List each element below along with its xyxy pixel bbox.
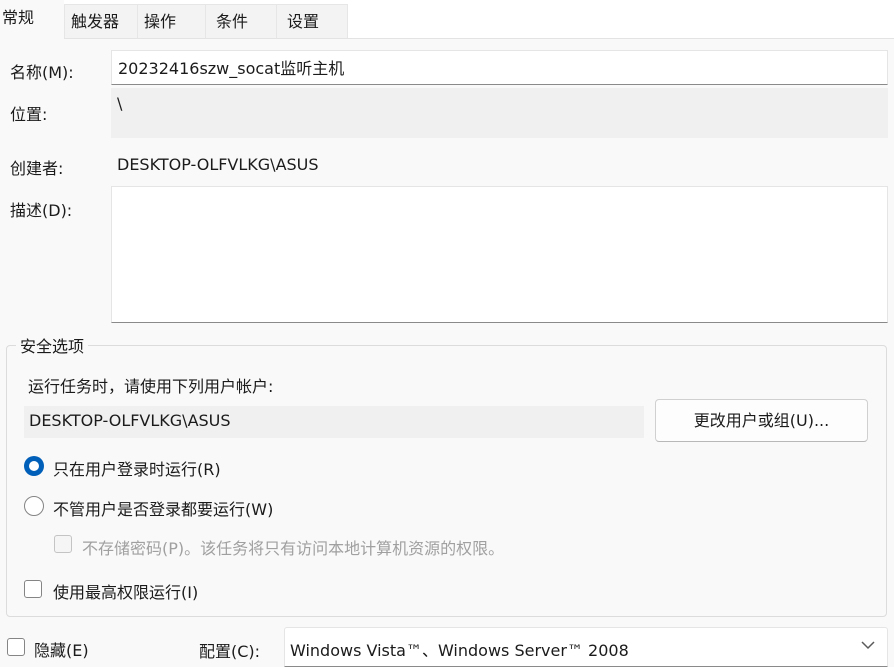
description-label: 描述(D):	[10, 201, 73, 220]
author-label: 创建者:	[10, 159, 64, 178]
name-label: 名称(M):	[10, 63, 74, 82]
name-input[interactable]: 20232416szw_socat监听主机	[111, 50, 888, 85]
checkbox-no-store-password-label: 不存储密码(P)。该任务将只有访问本地计算机资源的权限。	[82, 539, 505, 558]
radio-run-whether-logged-on-label[interactable]: 不管用户是否登录都要运行(W)	[53, 496, 273, 520]
tab-bar: 常规 触发器 操作 条件 设置	[0, 0, 894, 40]
run-as-prompt: 运行任务时，请使用下列用户帐户:	[28, 377, 274, 396]
chevron-down-icon	[861, 641, 875, 650]
location-label: 位置:	[10, 105, 48, 124]
configure-select-value: Windows Vista™、Windows Server™ 2008	[290, 641, 629, 660]
description-input[interactable]	[111, 186, 888, 323]
radio-run-only-logged-on[interactable]	[24, 456, 44, 476]
security-options-title: 安全选项	[16, 333, 89, 357]
checkbox-hidden[interactable]	[7, 638, 25, 656]
configure-label: 配置(C):	[199, 642, 261, 661]
author-value: DESKTOP-OLFVLKG\ASUS	[117, 155, 319, 174]
change-user-button[interactable]: 更改用户或组(U)...	[655, 399, 868, 442]
account-value: DESKTOP-OLFVLKG\ASUS	[24, 406, 644, 438]
tab-actions[interactable]: 操作	[137, 4, 206, 38]
checkbox-highest-privileges[interactable]	[24, 580, 42, 598]
checkbox-no-store-password[interactable]	[54, 535, 72, 553]
checkbox-hidden-label[interactable]: 隐藏(E)	[34, 637, 89, 661]
tab-settings[interactable]: 设置	[276, 4, 348, 38]
location-value: \	[111, 88, 888, 138]
tab-conditions[interactable]: 条件	[205, 4, 277, 38]
radio-run-whether-logged-on[interactable]	[24, 496, 44, 516]
configure-select[interactable]: Windows Vista™、Windows Server™ 2008	[284, 627, 888, 667]
tab-general[interactable]: 常规	[0, 0, 64, 40]
radio-run-only-logged-on-label[interactable]: 只在用户登录时运行(R)	[53, 456, 221, 480]
tab-triggers[interactable]: 触发器	[64, 4, 138, 38]
checkbox-highest-privileges-label[interactable]: 使用最高权限运行(I)	[53, 579, 198, 603]
radio-selected-dot	[29, 461, 39, 471]
